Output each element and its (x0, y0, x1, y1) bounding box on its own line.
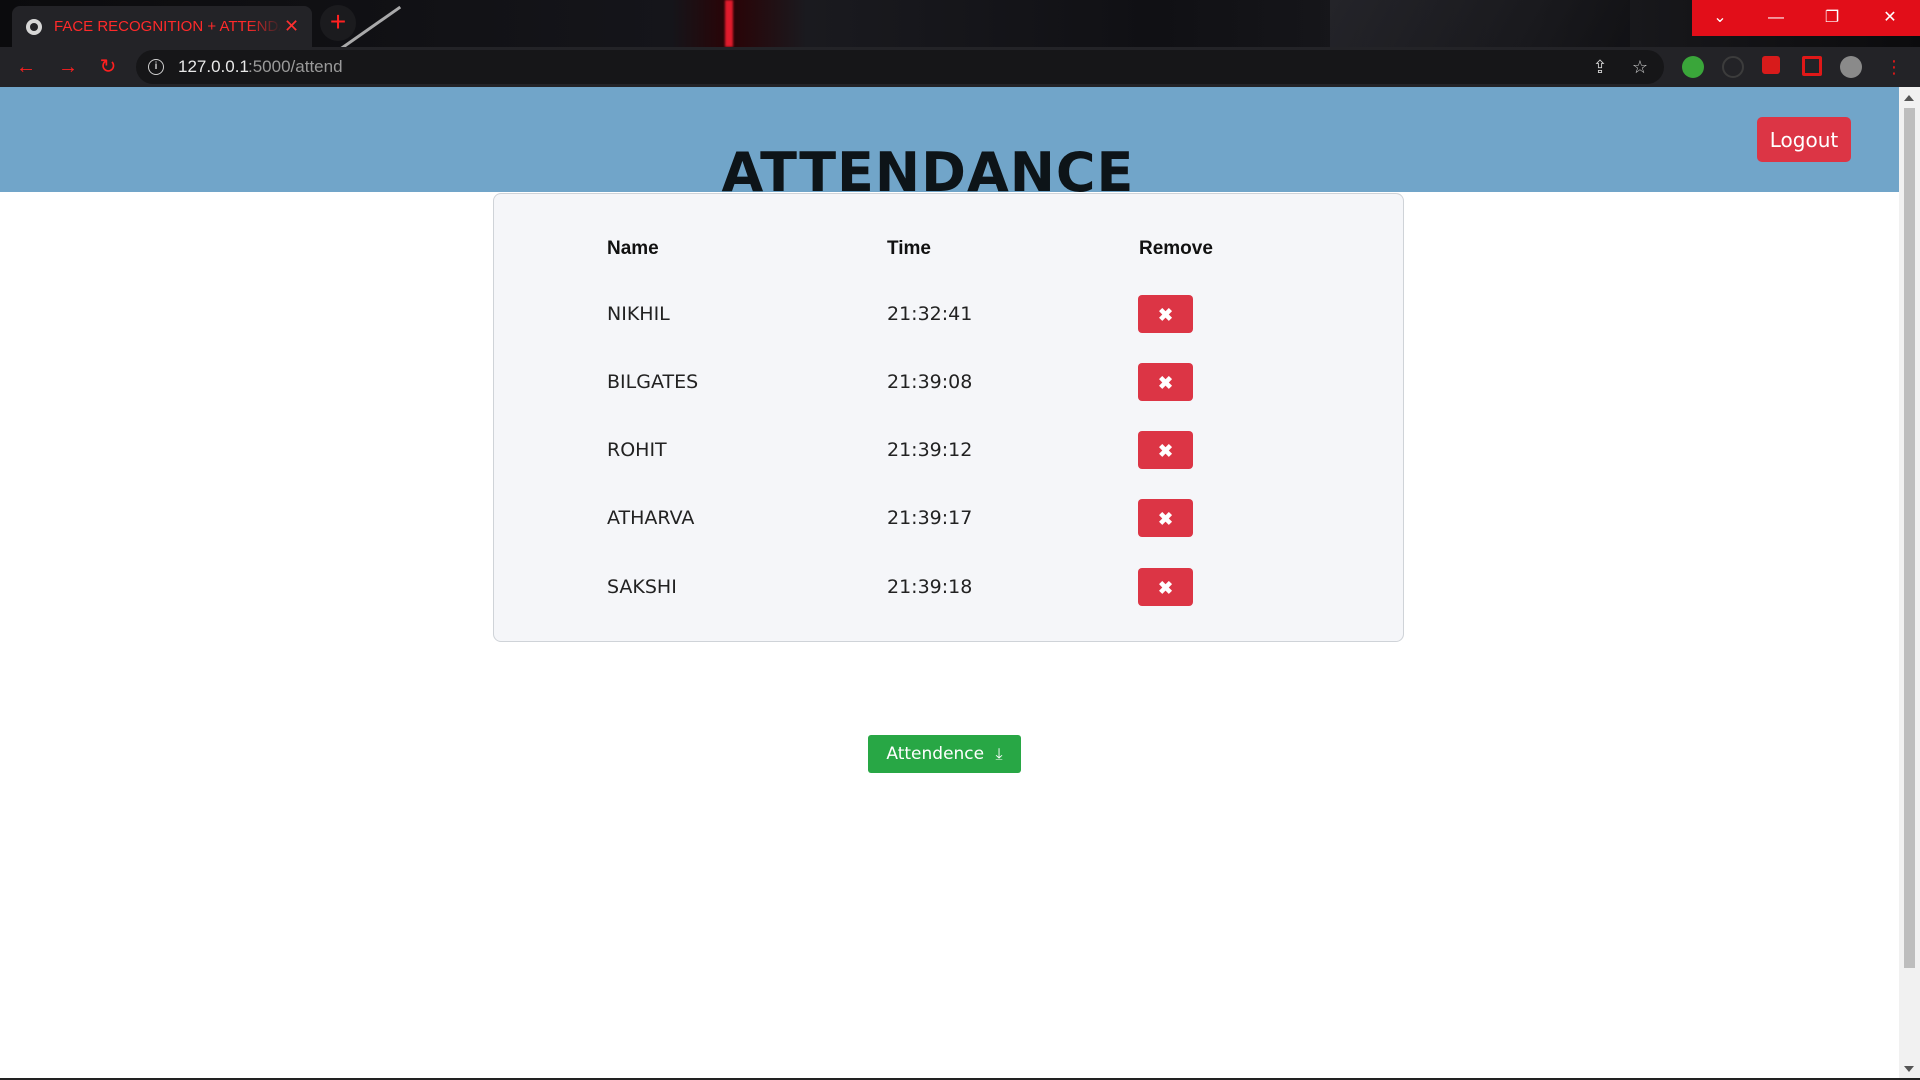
table-row: SAKSHI 21:39:18 ✖ (494, 559, 1403, 615)
row-name: ROHIT (607, 439, 667, 461)
row-time: 21:39:12 (887, 439, 973, 461)
scroll-up-icon[interactable] (1904, 95, 1914, 101)
remove-button[interactable]: ✖ (1138, 295, 1193, 333)
remove-button[interactable]: ✖ (1138, 499, 1193, 537)
remove-button[interactable]: ✖ (1138, 568, 1193, 606)
row-name: ATHARVA (607, 507, 695, 529)
url-host: 127.0.0.1 (178, 57, 249, 76)
download-icon: ⤓ (995, 744, 1003, 763)
download-label: Attendence (886, 744, 985, 764)
browser-tab[interactable]: FACE RECOGNITION + ATTENDANCE ✕ (12, 6, 312, 47)
wallpaper-shape (1330, 0, 1630, 47)
row-name: BILGATES (607, 371, 699, 393)
remove-button[interactable]: ✖ (1138, 431, 1193, 469)
wallpaper-red-glow (725, 0, 733, 47)
forward-icon[interactable]: → (54, 53, 82, 81)
tab-close-icon[interactable]: ✕ (284, 15, 299, 37)
row-time: 21:39:17 (887, 507, 973, 529)
column-header-remove: Remove (1139, 238, 1213, 259)
table-row: BILGATES 21:39:08 ✖ (494, 354, 1403, 410)
close-icon: ✖ (1157, 509, 1174, 529)
reload-icon[interactable]: ↻ (94, 53, 122, 81)
close-icon: ✖ (1157, 373, 1174, 393)
tab-title: FACE RECOGNITION + ATTENDANCE (54, 18, 282, 35)
info-icon[interactable]: i (148, 59, 164, 75)
row-name: NIKHIL (607, 303, 670, 325)
profile-avatar-icon[interactable] (1840, 56, 1862, 78)
sidebar-icon[interactable] (1802, 56, 1822, 76)
minimize-button[interactable]: — (1748, 0, 1804, 36)
column-header-name: Name (607, 238, 659, 259)
page-scrollbar[interactable] (1899, 87, 1920, 1080)
url-path: :5000/attend (248, 57, 343, 76)
row-time: 21:39:08 (887, 371, 973, 393)
close-icon: ✖ (1157, 578, 1174, 598)
browser-tab-strip: FACE RECOGNITION + ATTENDANCE ✕ + ⌄ — ❐ … (0, 0, 1920, 47)
attendance-table: Name Time Remove NIKHIL 21:32:41 ✖ BILGA… (493, 193, 1404, 642)
app-header: ATTENDANCE Logout (0, 87, 1899, 204)
table-row: NIKHIL 21:32:41 ✖ (494, 286, 1403, 342)
close-icon: ✖ (1157, 441, 1174, 461)
browser-toolbar: ← → ↻ i 127.0.0.1 :5000/attend ⇪ ☆ ⋮ (0, 47, 1920, 87)
close-icon: ✖ (1157, 305, 1174, 325)
share-icon[interactable]: ⇪ (1588, 55, 1612, 79)
menu-kebab-icon[interactable]: ⋮ (1882, 55, 1906, 79)
logout-button[interactable]: Logout (1757, 117, 1851, 162)
restore-button[interactable]: ❐ (1804, 0, 1860, 36)
scroll-down-icon[interactable] (1904, 1066, 1914, 1072)
row-name: SAKSHI (607, 576, 677, 598)
extension-circle-icon[interactable] (1722, 56, 1744, 78)
column-header-time: Time (887, 238, 932, 259)
address-bar[interactable]: i 127.0.0.1 :5000/attend ⇪ ☆ (136, 50, 1664, 84)
remove-button[interactable]: ✖ (1138, 363, 1193, 401)
table-row: ATHARVA 21:39:17 ✖ (494, 490, 1403, 546)
scroll-thumb[interactable] (1904, 108, 1915, 968)
extensions-puzzle-icon[interactable] (1762, 56, 1780, 74)
extension-plus-icon[interactable] (1682, 56, 1704, 78)
table-row: ROHIT 21:39:12 ✖ (494, 422, 1403, 478)
globe-icon (26, 19, 42, 35)
download-attendance-button[interactable]: Attendence ⤓ (868, 735, 1021, 773)
back-icon[interactable]: ← (12, 53, 40, 81)
new-tab-button[interactable]: + (320, 5, 356, 41)
close-window-button[interactable]: ✕ (1860, 0, 1920, 36)
tab-search-button[interactable]: ⌄ (1692, 0, 1748, 36)
row-time: 21:32:41 (887, 303, 973, 325)
bookmark-star-icon[interactable]: ☆ (1628, 55, 1652, 79)
row-time: 21:39:18 (887, 576, 973, 598)
